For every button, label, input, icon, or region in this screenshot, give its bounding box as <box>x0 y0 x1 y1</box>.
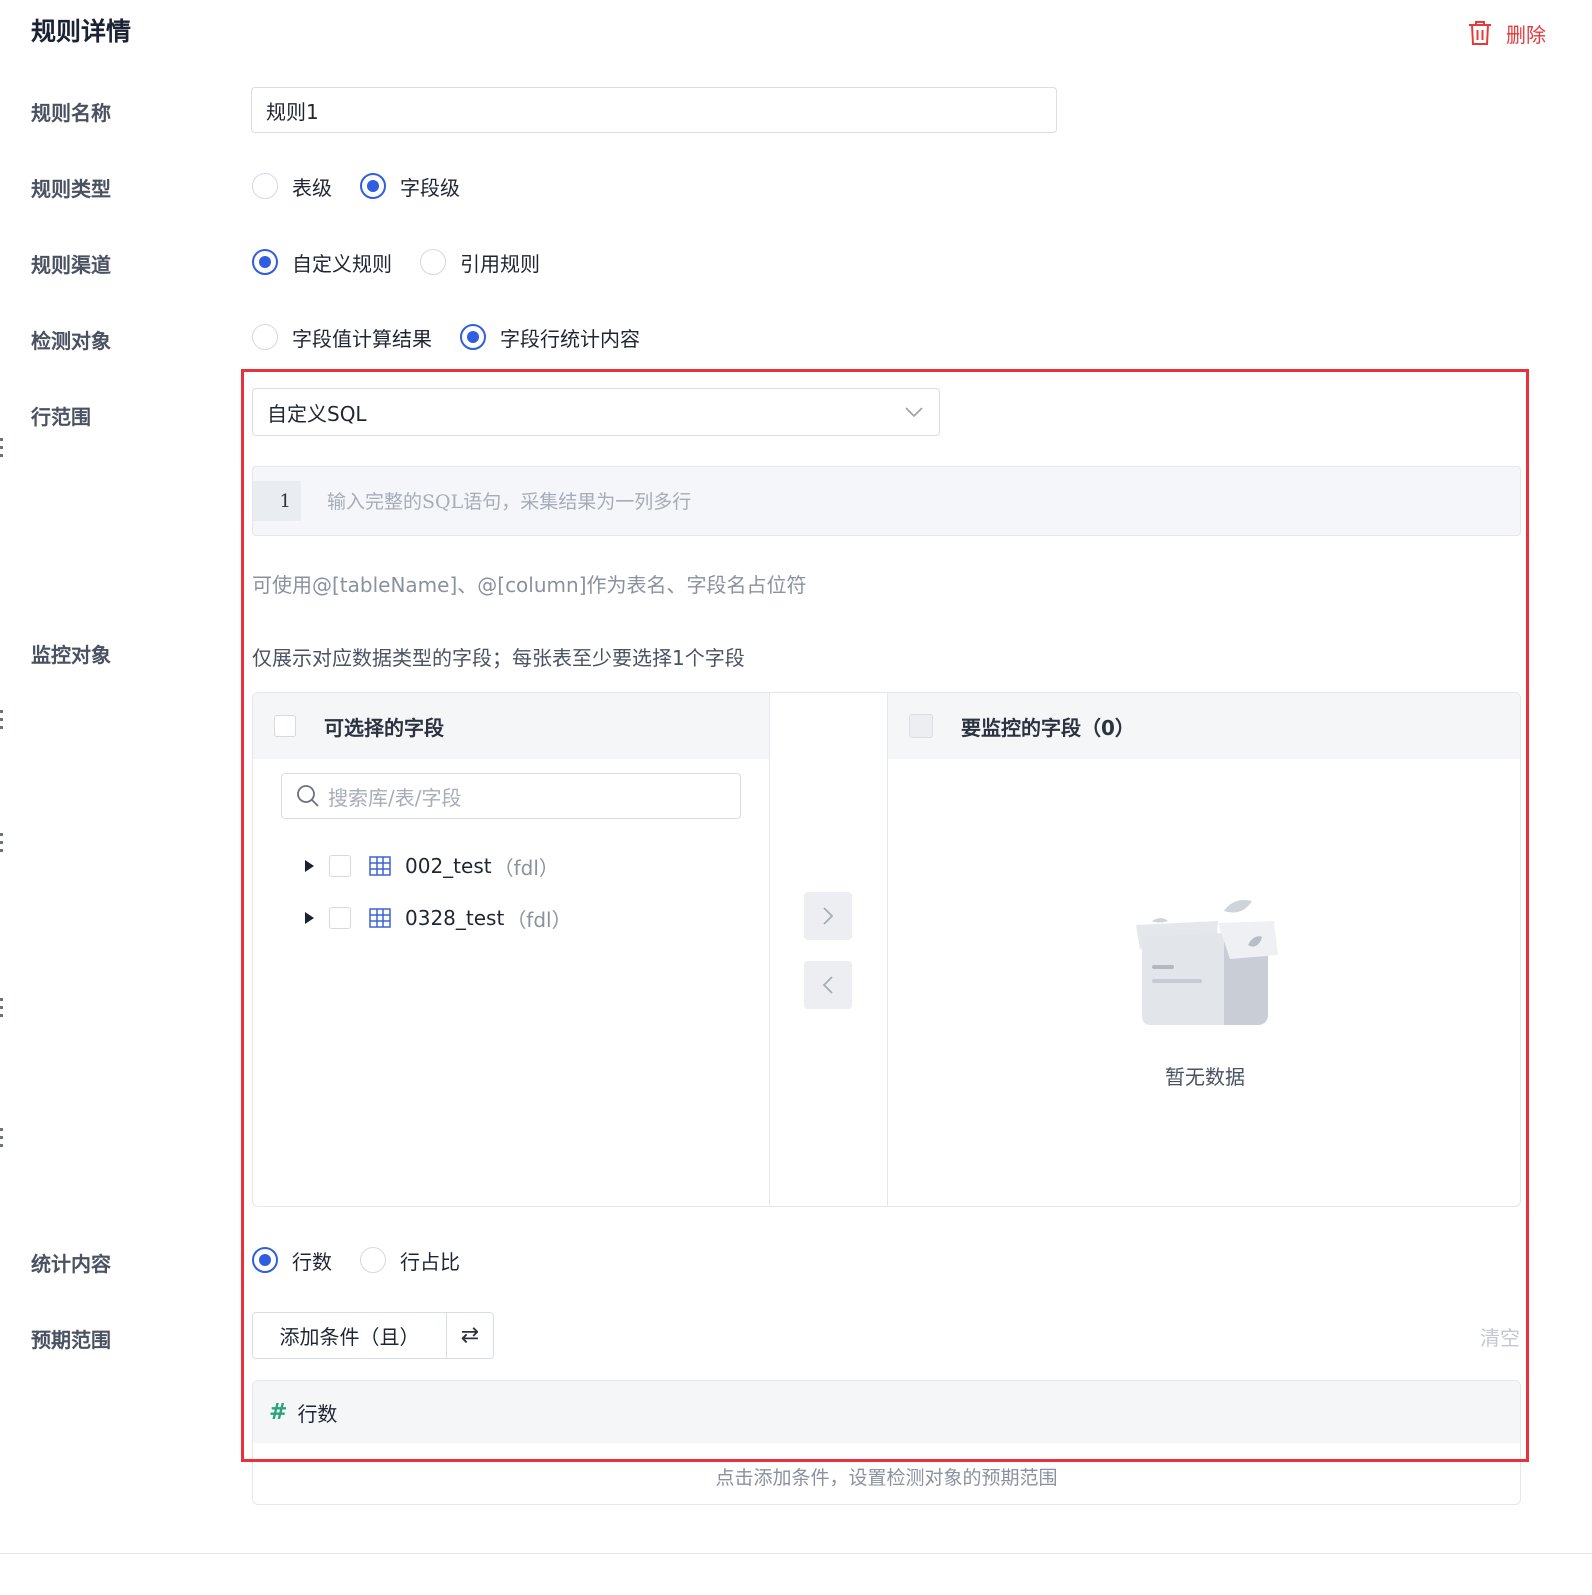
radio-label: 自定义规则 <box>292 251 392 276</box>
selected-fields-title: 要监控的字段（0） <box>961 715 1135 740</box>
delete-button[interactable]: 删除 <box>1468 16 1546 50</box>
number-hash-icon: # <box>269 1399 288 1425</box>
monitor-object-label: 监控对象 <box>31 643 111 667</box>
rule-name-input[interactable]: 规则1 <box>251 87 1057 133</box>
table-icon <box>369 856 391 876</box>
selected-fields-panel: 要监控的字段（0） 暂无数据 <box>888 693 1520 1206</box>
available-fields-header: 可选择的字段 <box>253 693 769 759</box>
sql-editor-placeholder: 输入完整的SQL语句，采集结果为一列多行 <box>327 491 692 513</box>
available-fields-title: 可选择的字段 <box>324 715 444 740</box>
trash-icon <box>1469 21 1491 45</box>
tree-row[interactable]: 002_test （fdl） <box>303 851 559 881</box>
table-schema: （fdl） <box>493 855 559 880</box>
clear-button[interactable]: 清空 <box>1480 1322 1520 1351</box>
radio-circle-selected <box>460 324 486 350</box>
chevron-left-icon <box>822 976 833 994</box>
row-range-label: 行范围 <box>31 405 91 429</box>
metric-label: 行数 <box>297 1401 338 1426</box>
add-condition-label: 添加条件（且） <box>279 1325 420 1349</box>
delete-label: 删除 <box>1506 22 1546 47</box>
radio-field-level[interactable]: 字段级 <box>360 172 460 201</box>
table-name: 002_test <box>405 854 492 878</box>
swap-logic-button[interactable]: ⇄ <box>447 1313 493 1358</box>
empty-state-text: 暂无数据 <box>1165 1065 1245 1089</box>
radio-label: 表级 <box>292 175 332 200</box>
radio-circle <box>252 173 278 199</box>
expected-range-panel: # 行数 点击添加条件，设置检测对象的预期范围 <box>252 1380 1521 1505</box>
row-range-select[interactable]: 自定义SQL <box>252 388 940 436</box>
radio-circle-selected <box>252 1247 278 1273</box>
radio-row-count[interactable]: 行数 <box>252 1246 332 1275</box>
detect-object-label: 检测对象 <box>31 329 111 353</box>
drag-handle[interactable] <box>0 998 3 1022</box>
table-icon <box>369 908 391 928</box>
drag-handle[interactable] <box>0 710 3 734</box>
monitor-object-hint: 仅展示对应数据类型的字段；每张表至少要选择1个字段 <box>252 646 745 670</box>
drag-handle[interactable] <box>0 438 3 462</box>
tree-row[interactable]: 0328_test （fdl） <box>303 903 572 933</box>
placeholder-hint: 可使用@[tableName]、@[column]作为表名、字段名占位符 <box>252 573 807 597</box>
selected-fields-header: 要监控的字段（0） <box>888 693 1520 759</box>
caret-right-icon[interactable] <box>303 859 315 873</box>
caret-right-icon[interactable] <box>303 911 315 925</box>
row-range-select-value: 自定义SQL <box>267 401 367 426</box>
available-fields-panel: 可选择的字段 搜索库/表/字段 002_test （fdl） 0328_test… <box>253 693 770 1206</box>
metric-header: # 行数 <box>253 1381 1520 1443</box>
move-left-button[interactable] <box>804 961 852 1009</box>
move-right-button[interactable] <box>804 892 852 940</box>
radio-custom-rule[interactable]: 自定义规则 <box>252 248 392 277</box>
select-all-checkbox[interactable] <box>274 715 296 737</box>
swap-icon: ⇄ <box>460 1323 480 1348</box>
chevron-right-icon <box>823 907 834 925</box>
table-name: 0328_test <box>405 906 505 930</box>
radio-reference-rule[interactable]: 引用规则 <box>420 248 540 277</box>
radio-field-row-stats[interactable]: 字段行统计内容 <box>460 323 640 352</box>
select-all-selected-checkbox[interactable] <box>909 714 933 738</box>
expected-range-label: 预期范围 <box>31 1328 111 1352</box>
radio-label: 行占比 <box>400 1249 460 1274</box>
radio-circle <box>420 249 446 275</box>
rule-name-label: 规则名称 <box>31 101 111 125</box>
sql-line-number: 1 <box>253 481 301 521</box>
sql-editor[interactable]: 1 输入完整的SQL语句，采集结果为一列多行 <box>252 466 1521 536</box>
page-title: 规则详情 <box>31 17 132 46</box>
rule-channel-label: 规则渠道 <box>31 253 111 277</box>
radio-table-level[interactable]: 表级 <box>252 172 332 201</box>
radio-label: 字段级 <box>400 175 460 200</box>
search-icon <box>297 785 319 807</box>
radio-label: 字段值计算结果 <box>292 326 432 351</box>
empty-box-icon <box>1136 900 1278 1025</box>
rule-type-label: 规则类型 <box>31 177 111 201</box>
radio-circle-selected <box>360 173 386 199</box>
radio-circle-selected <box>252 249 278 275</box>
stat-content-radio-group: 行数 行占比 <box>252 1245 460 1275</box>
table-checkbox[interactable] <box>329 855 351 877</box>
detect-object-radio-group: 字段值计算结果 字段行统计内容 <box>252 322 640 352</box>
field-search-input[interactable]: 搜索库/表/字段 <box>281 773 741 819</box>
stat-content-label: 统计内容 <box>31 1252 111 1276</box>
drag-handle[interactable] <box>0 1128 3 1152</box>
radio-circle <box>252 324 278 350</box>
search-placeholder: 搜索库/表/字段 <box>328 785 462 810</box>
radio-row-ratio[interactable]: 行占比 <box>360 1246 460 1275</box>
chevron-down-icon <box>905 407 923 418</box>
table-schema: （fdl） <box>506 907 572 932</box>
radio-label: 行数 <box>292 1249 332 1274</box>
rule-channel-radio-group: 自定义规则 引用规则 <box>252 247 540 277</box>
transfer-actions <box>770 693 888 1206</box>
radio-label: 引用规则 <box>460 251 540 276</box>
drag-handle[interactable] <box>0 833 3 857</box>
radio-field-value-result[interactable]: 字段值计算结果 <box>252 323 432 352</box>
add-condition-button[interactable]: 添加条件（且） <box>253 1313 447 1358</box>
bottom-divider <box>0 1553 1592 1554</box>
radio-circle <box>360 1247 386 1273</box>
rule-name-value: 规则1 <box>266 99 319 124</box>
expected-range-empty-hint: 点击添加条件，设置检测对象的预期范围 <box>715 1467 1058 1489</box>
field-transfer: 可选择的字段 搜索库/表/字段 002_test （fdl） 0328_test… <box>252 692 1521 1207</box>
condition-button-group: 添加条件（且） ⇄ <box>252 1312 494 1359</box>
radio-label: 字段行统计内容 <box>500 326 640 351</box>
table-checkbox[interactable] <box>329 907 351 929</box>
rule-type-radio-group: 表级 字段级 <box>252 171 460 201</box>
